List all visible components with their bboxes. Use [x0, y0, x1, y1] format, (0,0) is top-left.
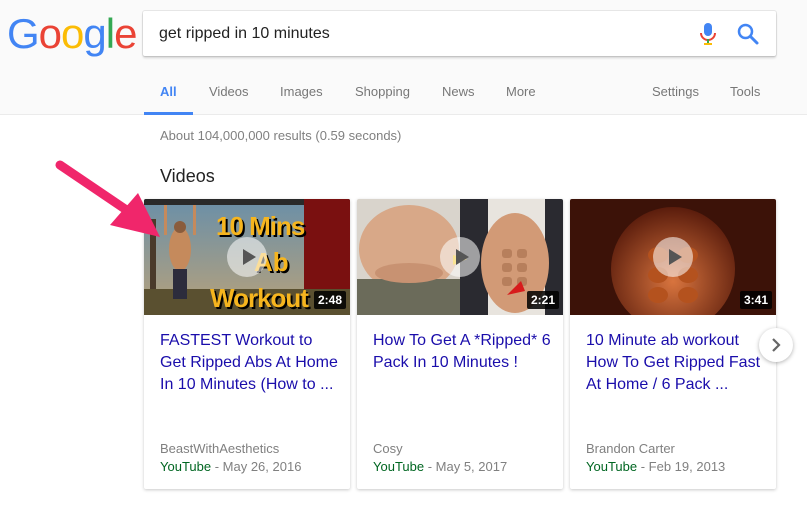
thumbnail-text: 10 Mins	[216, 211, 305, 241]
video-date: - May 5, 2017	[427, 459, 508, 474]
tab-settings[interactable]: Settings	[652, 75, 699, 115]
video-date: - Feb 19, 2013	[640, 459, 726, 474]
tab-news[interactable]: News	[442, 75, 475, 115]
play-icon[interactable]	[227, 237, 267, 277]
video-channel: BeastWithAesthetics	[160, 441, 280, 456]
video-source: YouTube	[160, 459, 212, 474]
logo-letter: o	[61, 10, 84, 57]
video-thumbnail[interactable]: 2:21	[357, 199, 563, 315]
video-meta: YouTube - May 5, 2017	[373, 459, 507, 474]
tab-images[interactable]: Images	[280, 75, 323, 115]
video-title-link[interactable]: FASTEST Workout to Get Ripped Abs At Hom…	[160, 330, 340, 396]
chevron-right-icon	[772, 338, 781, 352]
google-logo[interactable]: Google	[7, 10, 137, 58]
tab-more[interactable]: More	[506, 75, 536, 115]
video-duration: 2:21	[526, 291, 559, 309]
search-icon[interactable]	[735, 21, 761, 47]
logo-letter: g	[83, 10, 106, 57]
video-thumbnail[interactable]: 10 Mins Ab Workout 2:48	[144, 199, 350, 315]
video-duration: 2:48	[313, 291, 346, 309]
video-title-link[interactable]: How To Get A *Ripped* 6 Pack In 10 Minut…	[373, 330, 553, 374]
tab-videos[interactable]: Videos	[209, 75, 249, 115]
search-tabs: All Videos Images Shopping News More Set…	[0, 75, 807, 115]
search-header: Google All Videos Images Shopping News M…	[0, 0, 807, 115]
logo-letter: e	[114, 10, 137, 57]
videos-section-title: Videos	[160, 166, 215, 186]
tab-shopping[interactable]: Shopping	[355, 75, 410, 115]
video-card[interactable]: 3:41 10 Minute ab workout How To Get Rip…	[570, 199, 776, 489]
tab-tools[interactable]: Tools	[730, 75, 760, 115]
tab-all[interactable]: All	[144, 75, 192, 115]
search-box	[143, 11, 776, 56]
logo-letter: o	[38, 10, 62, 57]
play-icon[interactable]	[440, 237, 480, 277]
video-date: - May 26, 2016	[214, 459, 302, 474]
microphone-icon[interactable]	[699, 22, 717, 46]
video-meta: YouTube - Feb 19, 2013	[586, 459, 725, 474]
video-card[interactable]: 2:21 How To Get A *Ripped* 6 Pack In 10 …	[357, 199, 563, 489]
carousel-next-button[interactable]	[759, 328, 793, 362]
play-icon[interactable]	[653, 237, 693, 277]
logo-letter: l	[105, 10, 115, 57]
video-channel: Cosy	[373, 441, 403, 456]
video-meta: YouTube - May 26, 2016	[160, 459, 301, 474]
logo-letter: G	[7, 10, 40, 57]
search-input[interactable]	[159, 11, 679, 56]
video-duration: 3:41	[739, 291, 772, 309]
video-source: YouTube	[373, 459, 425, 474]
results-count: About 104,000,000 results (0.59 seconds)	[160, 128, 402, 143]
thumbnail-text: Workout	[210, 283, 309, 313]
video-channel: Brandon Carter	[586, 441, 675, 456]
video-card[interactable]: 10 Mins Ab Workout 2:48 FASTEST Workout …	[144, 199, 350, 489]
video-source: YouTube	[586, 459, 638, 474]
video-thumbnail[interactable]: 3:41	[570, 199, 776, 315]
video-title-link[interactable]: 10 Minute ab workout How To Get Ripped F…	[586, 330, 766, 396]
